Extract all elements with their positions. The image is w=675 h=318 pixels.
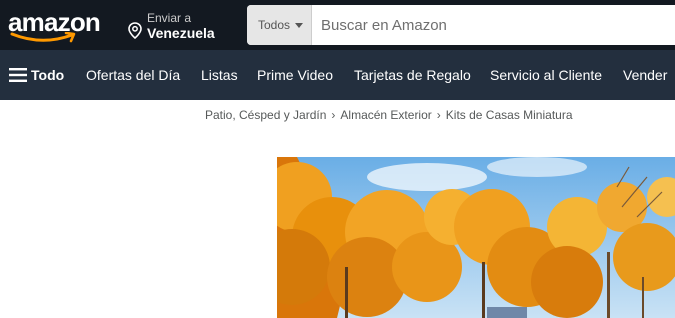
search-category-label: Todos [258,18,291,32]
nav-all-menu[interactable]: Todo [9,50,69,100]
nav-item-ofertas[interactable]: Ofertas del Día [86,50,180,100]
nav-bar: Todo Ofertas del Día Listas Prime Video … [0,50,675,100]
search-category-dropdown[interactable]: Todos [247,5,312,45]
breadcrumb-item-kits[interactable]: Kits de Casas Miniatura [446,108,573,122]
smile-arrow-icon [10,32,76,43]
breadcrumb-item-patio[interactable]: Patio, Césped y Jardín [205,108,326,122]
breadcrumb-separator-icon: › [331,108,336,122]
deliver-country: Venezuela [147,25,215,41]
nav-item-vender[interactable]: Vender [623,50,667,100]
hamburger-menu-icon [9,68,27,82]
location-pin-icon [128,22,142,39]
breadcrumb-item-almacen[interactable]: Almacén Exterior [340,108,431,122]
search-input[interactable] [313,5,675,45]
nav-item-prime-video[interactable]: Prime Video [257,50,333,100]
nav-item-tarjetas[interactable]: Tarjetas de Regalo [354,50,471,100]
autumn-trees-photo [277,157,675,318]
search-bar: Todos [247,5,675,45]
product-image[interactable] [277,157,675,318]
breadcrumb-separator-icon: › [436,108,441,122]
top-header: amazon Enviar a Venezuela Todos [0,0,675,50]
nav-item-servicio[interactable]: Servicio al Cliente [490,50,602,100]
nav-all-label: Todo [31,67,65,83]
deliver-to-location[interactable]: Enviar a Venezuela [128,10,233,42]
nav-item-listas[interactable]: Listas [201,50,238,100]
deliver-label: Enviar a [147,11,192,25]
amazon-logo[interactable]: amazon [8,4,108,46]
caret-down-icon [295,23,303,28]
breadcrumb: Patio, Césped y Jardín › Almacén Exterior ›… [205,108,573,122]
